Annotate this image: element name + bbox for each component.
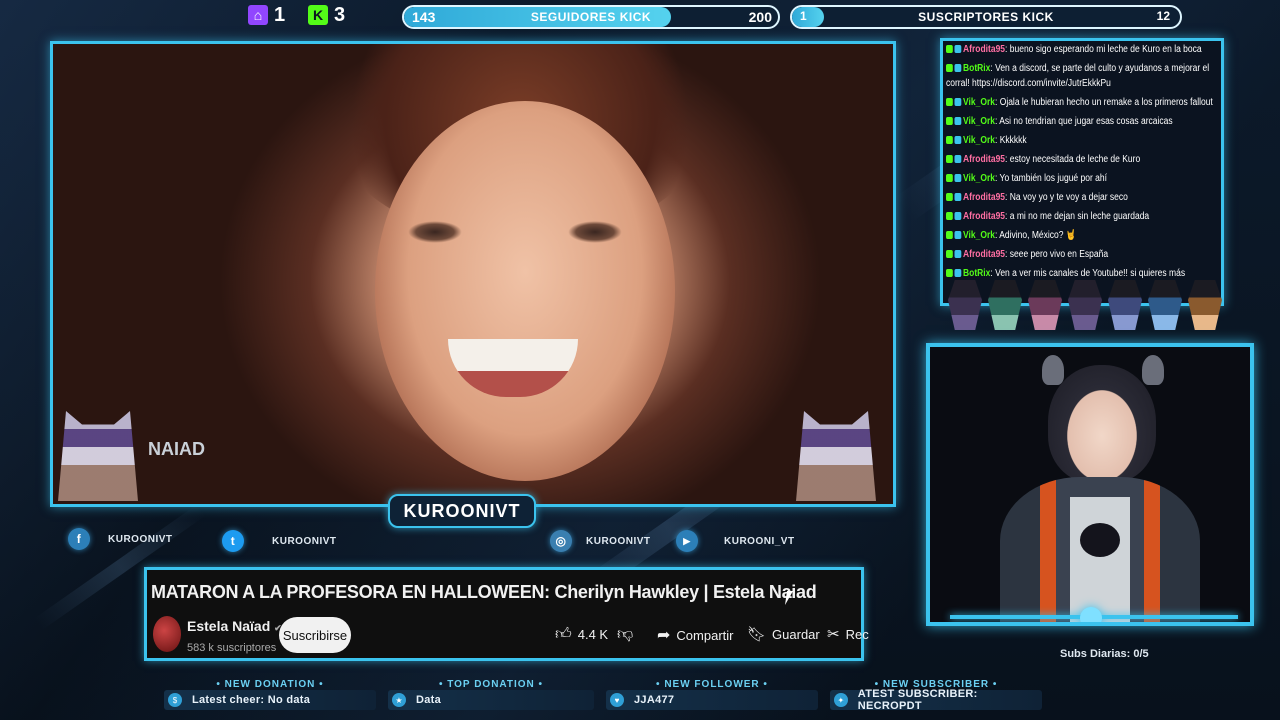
viewer-sprite (1068, 280, 1102, 330)
save-label: Guardar (772, 626, 820, 642)
alert-top-donation: • TOP DONATION • ★ Data (388, 679, 594, 710)
like-button[interactable]: 👍︎ 4.4 K (555, 625, 608, 644)
alert-value: ATEST SUBSCRIBER: NECROPDT (857, 688, 978, 712)
vtuber-webcam (926, 343, 1254, 626)
subs-daily: Subs Diarias: 0/5 (1060, 648, 1149, 660)
alert-new-donation: • NEW DONATION • $ Latest cheer: No data (164, 679, 376, 710)
viewer-sprite (1188, 280, 1222, 330)
subscriber-count: 583 k suscriptores (187, 642, 277, 654)
social-youtube[interactable]: ▶ KUROONI_VT (676, 530, 795, 552)
viewer-sprite (1028, 280, 1062, 330)
clip-label: Rec (845, 626, 869, 642)
clip-button[interactable]: ✂ Rec (827, 625, 869, 643)
kick-icon: K (308, 5, 328, 25)
viewer-sprite (988, 280, 1022, 330)
alert-title: • TOP DONATION • (438, 679, 544, 690)
followers-goal-bar: 143 SEGUIDORES KICK 200 (402, 5, 780, 29)
social-label: KUROONIVT (586, 535, 651, 547)
alert-title: • NEW FOLLOWER • (656, 679, 768, 690)
viewer-sprite (1108, 280, 1142, 330)
subscribe-button[interactable]: Suscribirse (279, 617, 351, 653)
youtube-icon: ▶ (676, 530, 698, 552)
facebook-icon: f (68, 528, 90, 550)
social-label: KUROONIVT (108, 533, 173, 545)
twitter-icon: t (222, 530, 244, 552)
thumbs-up-icon: 👍︎ (555, 626, 572, 643)
avatar-head (1048, 365, 1156, 483)
follower-icon: ♥ (610, 693, 624, 707)
donation-icon: $ (168, 693, 182, 707)
social-facebook[interactable]: f KUROONIVT (68, 528, 173, 550)
alert-value: Latest cheer: No data (192, 694, 311, 706)
social-instagram[interactable]: ◎ KUROONIVT (550, 530, 651, 552)
horn-left-icon (1042, 355, 1064, 385)
share-label: Compartir (676, 627, 734, 643)
cam-glow-orb (1080, 607, 1102, 622)
twitch-count: 1 (274, 3, 286, 26)
alert-value: JJA477 (634, 694, 675, 706)
alert-new-subscriber: • NEW SUBSCRIBER • ✦ ATEST SUBSCRIBER: NE… (830, 679, 1042, 712)
youtube-info-panel: MATARON A LA PROFESORA EN HALLOWEEN: Che… (144, 567, 869, 661)
twitch-counter: ⌂ 1 (248, 2, 285, 28)
bookmark-icon: 🔖︎ (747, 626, 767, 643)
chat-frame (940, 38, 1224, 306)
alert-title: • NEW DONATION • (216, 679, 324, 690)
share-icon: ➦ (657, 627, 671, 644)
dislike-button[interactable]: 👎︎ (617, 625, 633, 644)
avatar-shirt-logo (1080, 523, 1120, 557)
twitch-icon: ⌂ (248, 5, 268, 25)
viewer-sprite (1148, 280, 1182, 330)
subs-target: 12 (1156, 9, 1170, 23)
kick-counter: K 3 (308, 2, 345, 28)
alert-new-follower: • NEW FOLLOWER • ♥ JJA477 (606, 679, 818, 710)
like-count: 4.4 K (577, 627, 609, 642)
viewer-sprites (948, 280, 1228, 332)
video-title[interactable]: MATARON A LA PROFESORA EN HALLOWEEN: Che… (151, 582, 817, 603)
social-label: KUROONI_VT (724, 535, 795, 547)
thumbs-down-icon: 👎︎ (617, 626, 634, 643)
social-twitter[interactable]: t KUROONIVT (222, 530, 337, 552)
social-label: KUROONIVT (272, 535, 337, 547)
avatar-shirt (1070, 497, 1130, 622)
followers-target: 200 (748, 9, 772, 25)
channel-badge: KUROONIVT (388, 494, 536, 528)
channel-name[interactable]: Estela Naïad ✔ (187, 618, 282, 634)
subs-goal-bar: 1 SUSCRIPTORES KICK 12 (790, 5, 1182, 29)
viewer-sprite (948, 280, 982, 330)
instagram-icon: ◎ (550, 530, 572, 552)
video-frame (50, 41, 896, 507)
channel-avatar[interactable] (153, 616, 181, 652)
share-button[interactable]: ➦ Compartir (657, 625, 733, 645)
followers-goal-label: SEGUIDORES KICK (530, 10, 652, 24)
subs-goal-label: SUSCRIPTORES KICK (918, 10, 1054, 24)
horn-right-icon (1142, 355, 1164, 385)
trophy-icon: ★ (392, 693, 406, 707)
save-button[interactable]: 🔖︎ Guardar (747, 625, 820, 643)
scissors-icon: ✂ (827, 626, 840, 643)
channel-name-text: Estela Naïad (187, 618, 271, 634)
kick-count: 3 (334, 3, 346, 26)
alert-value: Data (416, 694, 442, 706)
subscriber-icon: ✦ (834, 693, 848, 707)
